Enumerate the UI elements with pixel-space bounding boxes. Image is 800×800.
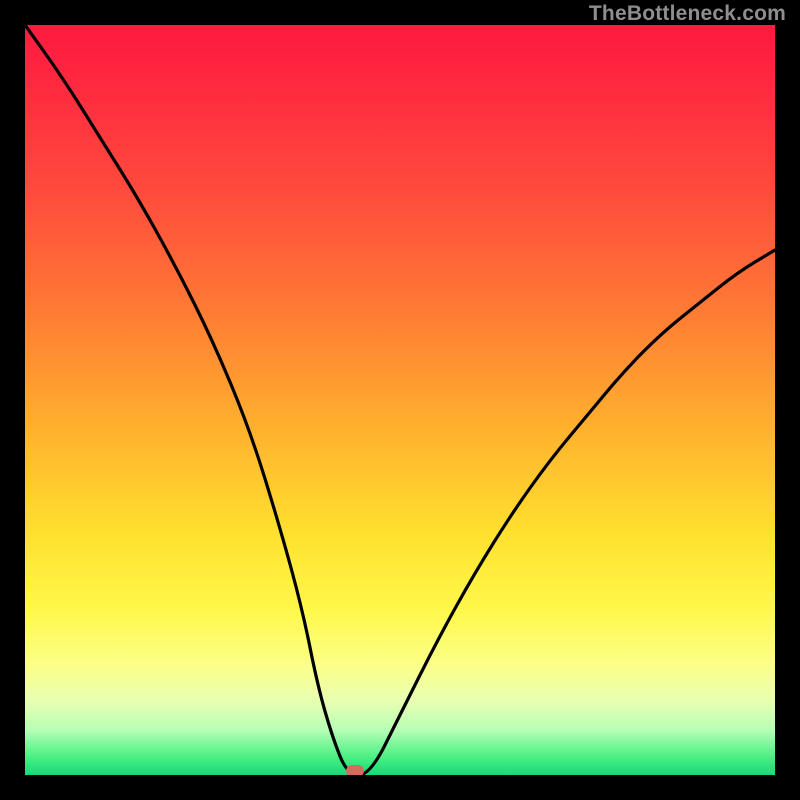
watermark-text: TheBottleneck.com: [589, 2, 786, 26]
curve-svg: [25, 25, 775, 775]
plot-area: [25, 25, 775, 775]
bottleneck-curve: [25, 25, 775, 775]
optimum-marker: [346, 765, 364, 775]
chart-frame: TheBottleneck.com: [0, 0, 800, 800]
